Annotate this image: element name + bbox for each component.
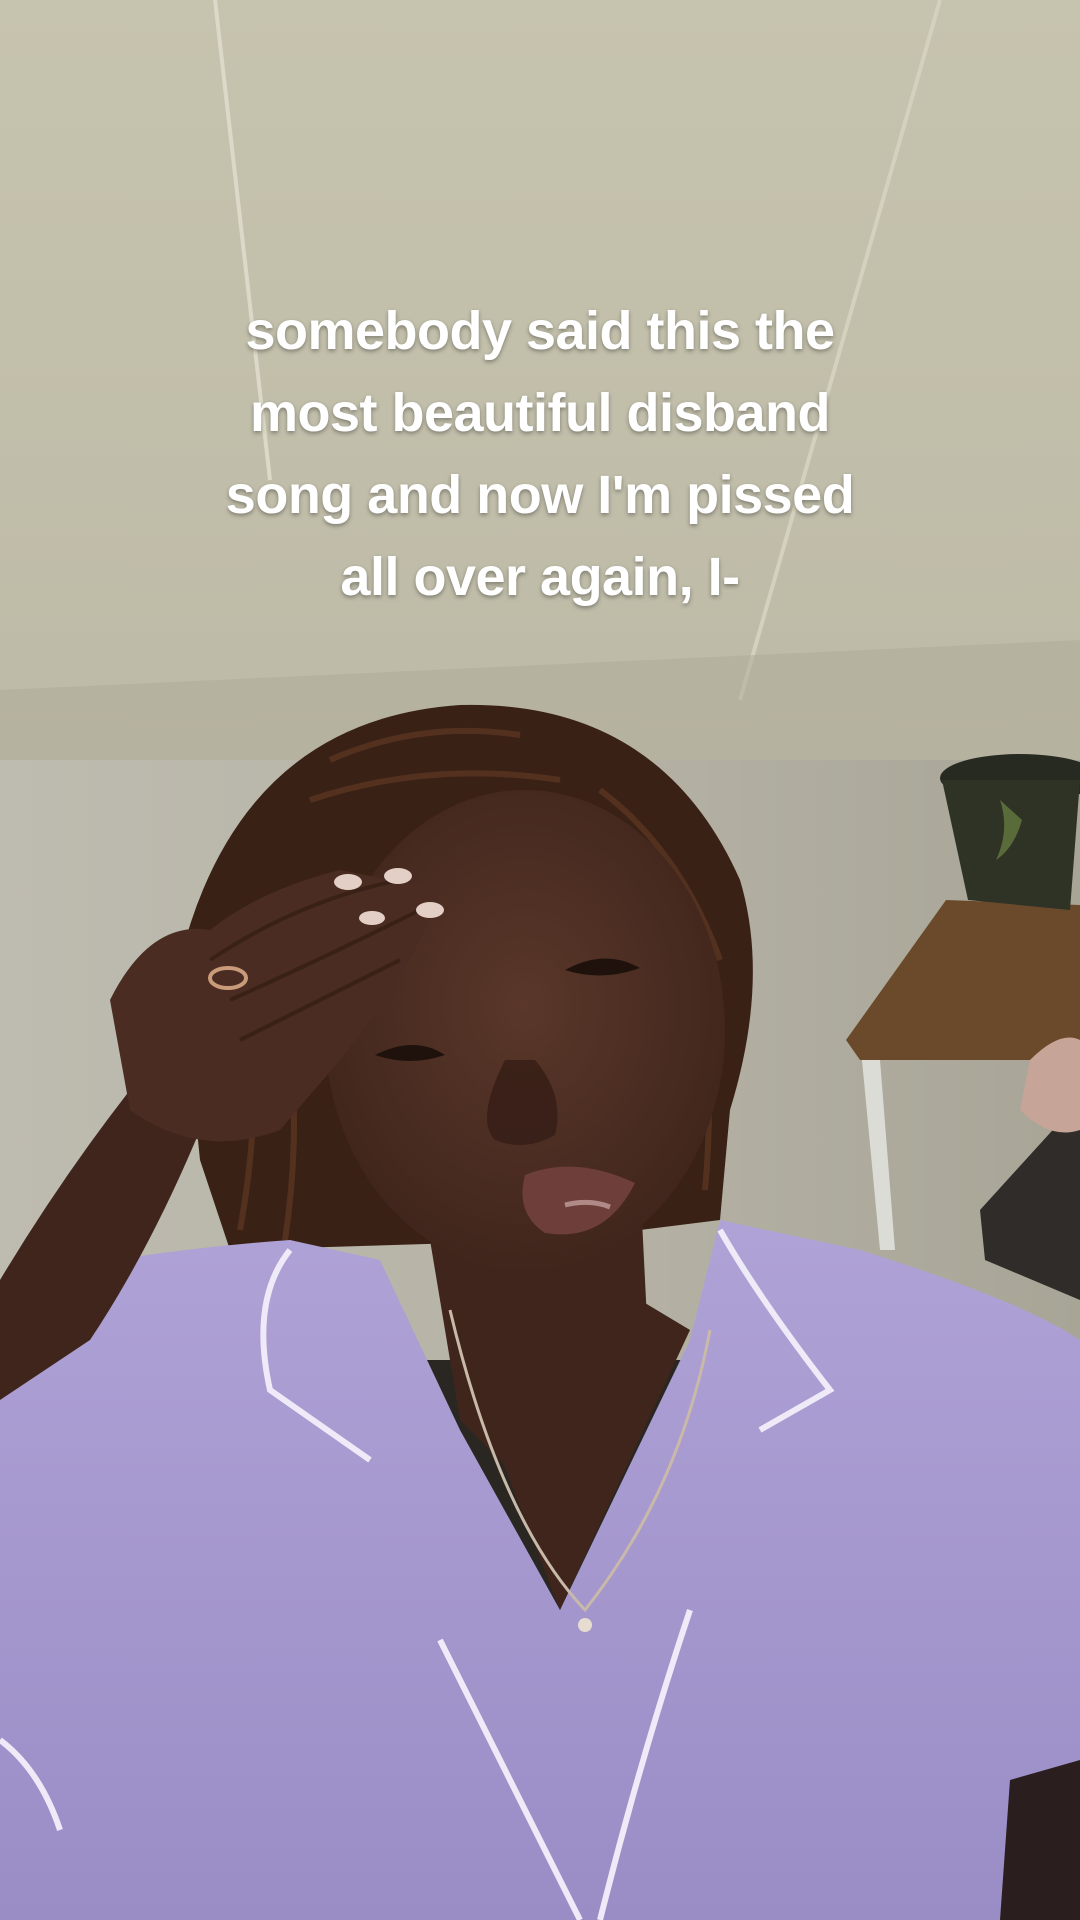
necklace-pendant [578, 1618, 592, 1632]
fingernail [359, 911, 385, 925]
chair-back [1000, 1760, 1080, 1920]
fingernail [384, 868, 412, 884]
video-scene [0, 0, 1080, 1920]
fingernail [416, 902, 444, 918]
fingernail [334, 874, 362, 890]
video-caption: somebody said this the most beautiful di… [140, 290, 940, 618]
caption-line: song and now I'm pissed [225, 465, 855, 525]
caption-line: somebody said this the [245, 301, 835, 361]
video-frame: somebody said this the most beautiful di… [0, 0, 1080, 1920]
caption-line: most beautiful disband [249, 383, 831, 443]
caption-line: all over again, I- [340, 547, 740, 607]
